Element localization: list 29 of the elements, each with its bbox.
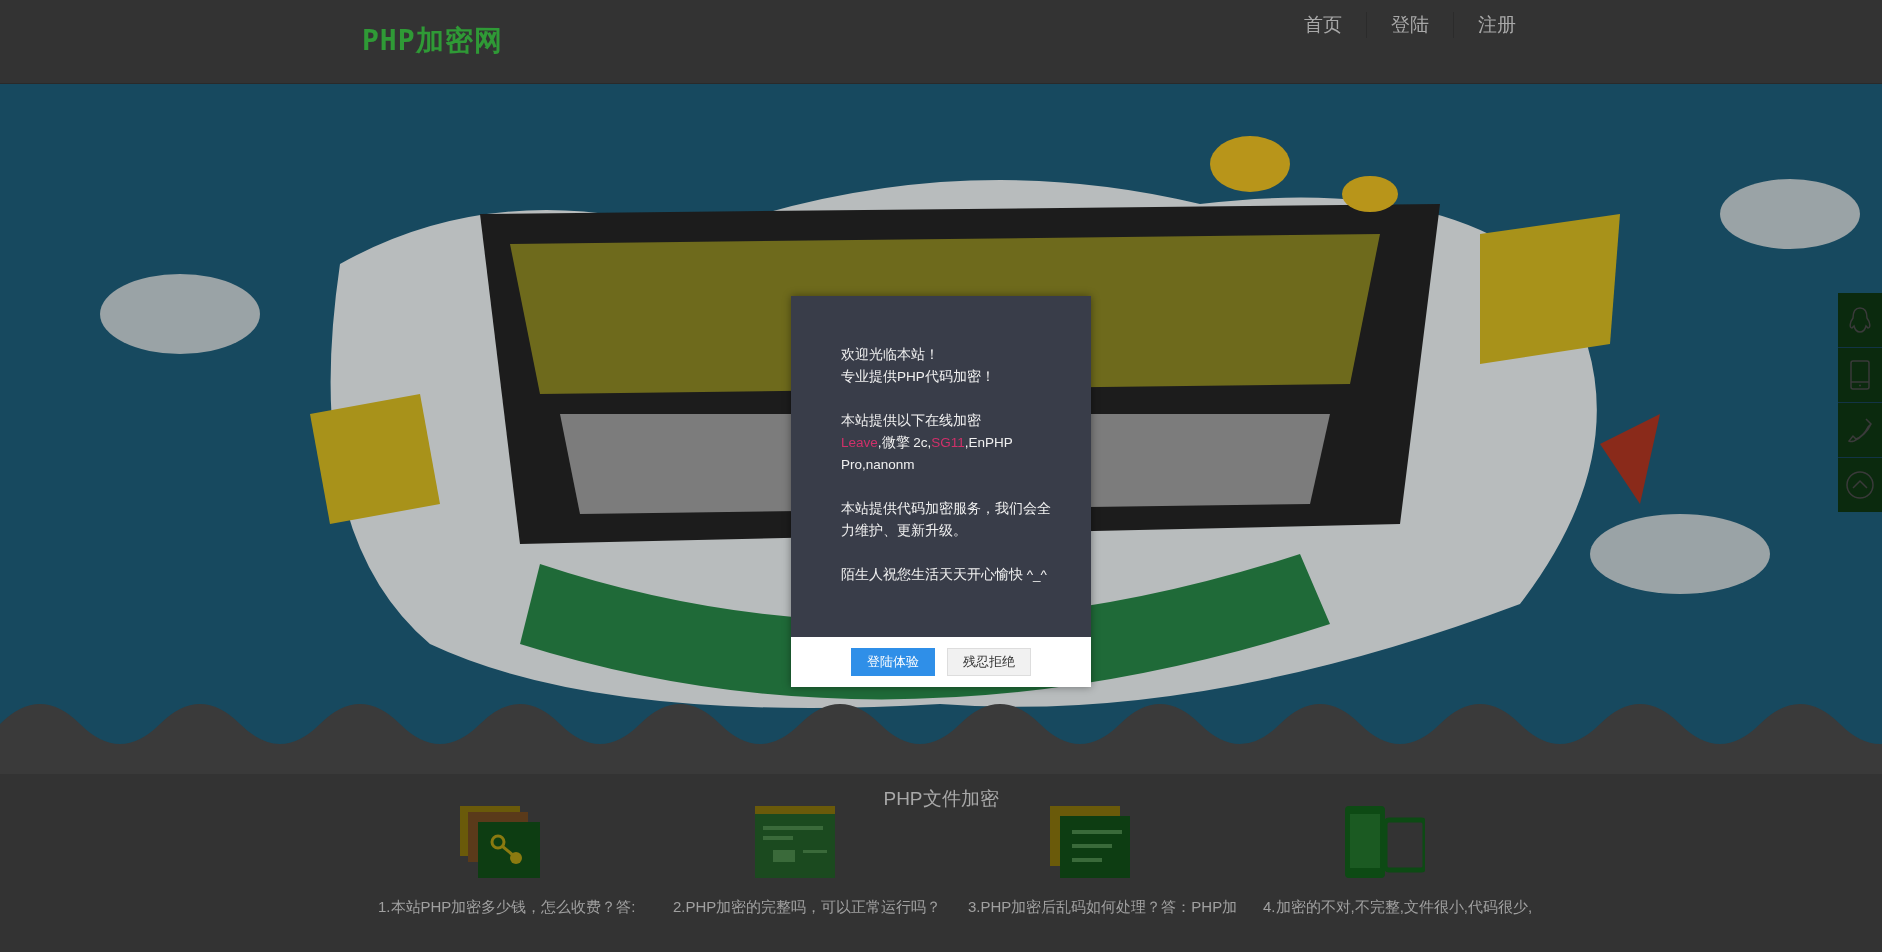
penguin-icon[interactable] xyxy=(1847,306,1873,334)
section-title: PHP文件加密 xyxy=(882,787,1000,811)
browser-window-icon xyxy=(755,806,835,878)
dialog-text: 欢迎光临本站！ xyxy=(841,346,940,364)
sidebar-button[interactable] xyxy=(1838,403,1882,457)
site-logo[interactable]: PHP加密网 xyxy=(362,22,503,60)
feature-caption[interactable]: 3.PHP加密后乱码如何处理？答：PHP加 xyxy=(968,898,1238,917)
feature-caption[interactable]: 1.本站PHP加密多少钱，怎么收费？答: xyxy=(378,898,636,917)
feature-caption[interactable]: 4.加密的不对,不完整,文件很小,代码很少, xyxy=(1263,898,1533,917)
sidebar-button[interactable] xyxy=(1838,293,1882,347)
mobile-phone-icon[interactable] xyxy=(1849,359,1871,391)
phone-icon[interactable] xyxy=(1847,417,1873,443)
nav-link[interactable]: 注册 xyxy=(1453,12,1540,38)
dialog-text: 陌生人祝您生活天天开心愉快 ^_^ xyxy=(841,566,1048,584)
back-to-top-icon[interactable] xyxy=(1845,470,1875,500)
list-icon xyxy=(1050,806,1130,878)
dialog-text: Leave,微擎 2c,SG11,EnPHP Pro,nanonm xyxy=(841,434,1014,474)
share-icon xyxy=(460,806,540,878)
dialog-text: 专业提供PHP代码加密！ xyxy=(841,368,996,386)
devices-icon xyxy=(1345,806,1425,878)
sidebar-button[interactable] xyxy=(1838,458,1882,512)
decline-button[interactable]: 残忍拒绝 xyxy=(947,648,1031,676)
dialog-text: 本站提供以下在线加密 xyxy=(841,412,982,430)
feature-caption[interactable]: 2.PHP加密的完整吗，可以正常运行吗？ xyxy=(673,898,942,917)
login-button[interactable]: 登陆体验 xyxy=(851,648,935,676)
nav-link[interactable]: 首页 xyxy=(1280,12,1366,38)
sidebar-button[interactable] xyxy=(1838,348,1882,402)
dialog-text: 本站提供代码加密服务，我们会全力维护、更新升级。 xyxy=(841,500,1052,540)
nav-link[interactable]: 登陆 xyxy=(1366,12,1453,38)
